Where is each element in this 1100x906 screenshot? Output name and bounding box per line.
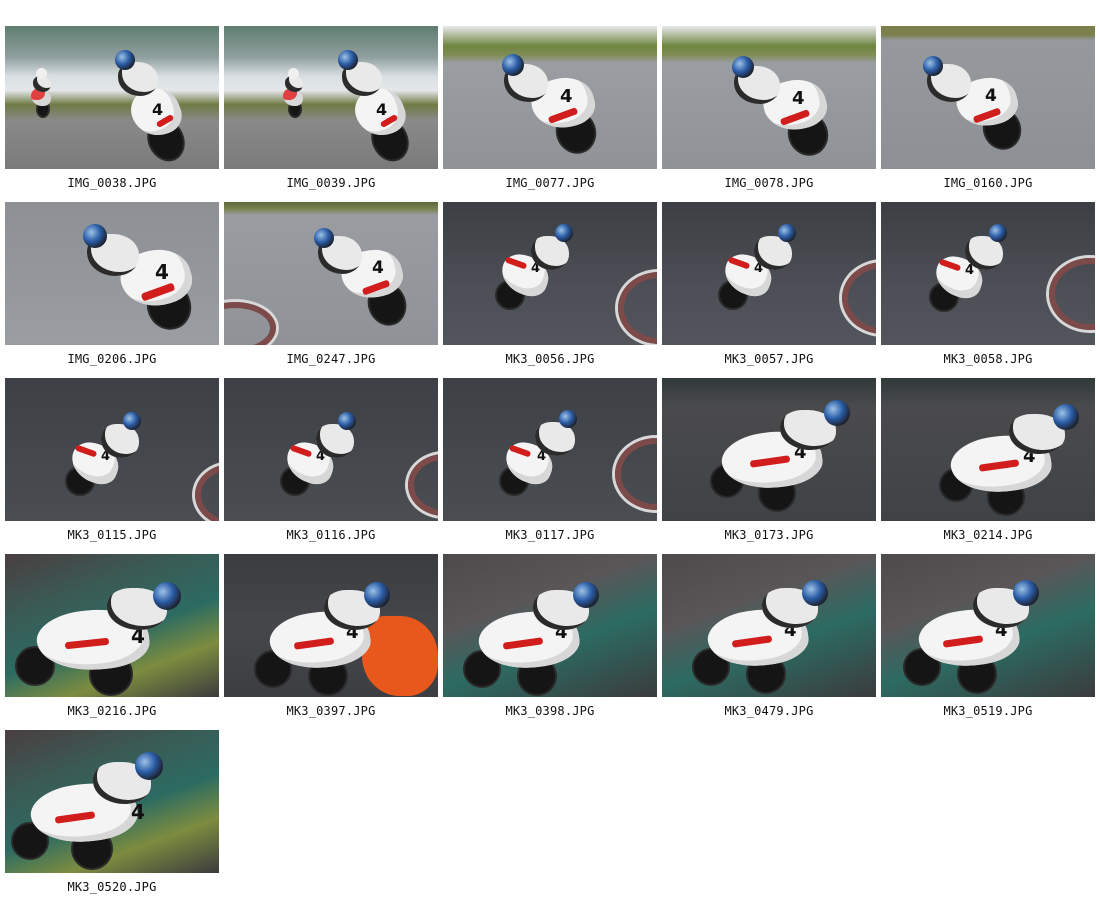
filename-label: MK3_0115.JPG <box>67 528 157 542</box>
rider-figure: 4 <box>939 402 1089 520</box>
thumbnail-item[interactable]: 4 MK3_0479.JPG <box>662 554 876 730</box>
thumbnail-item[interactable]: 4 MK3_0058.JPG <box>881 202 1095 378</box>
thumbnail-item[interactable]: 4 MK3_0520.JPG <box>5 730 219 906</box>
thumbnail-item[interactable]: 4 MK3_0117.JPG <box>443 378 657 554</box>
rider-figure: 4 <box>925 220 1015 312</box>
rider-figure: 4 <box>921 52 1031 162</box>
thumbnail-item[interactable]: 4 MK3_0057.JPG <box>662 202 876 378</box>
rider-figure: 4 <box>81 222 211 342</box>
photo-thumbnail[interactable]: 4 <box>224 202 438 345</box>
photo-thumbnail[interactable]: 4 <box>881 26 1095 169</box>
filename-label: MK3_0216.JPG <box>67 704 157 718</box>
thumbnail-item[interactable]: 4 MK3_0214.JPG <box>881 378 1095 554</box>
rider-figure: 4 <box>254 580 404 696</box>
thumbnail-item[interactable]: 4 MK3_0398.JPG <box>443 554 657 730</box>
filename-label: MK3_0519.JPG <box>943 704 1033 718</box>
photo-thumbnail[interactable]: 4 <box>5 554 219 697</box>
photo-thumbnail[interactable]: 4 <box>881 202 1095 345</box>
photo-thumbnail[interactable]: 4 <box>662 26 876 169</box>
rider-figure: 4 <box>11 752 171 870</box>
filename-label: MK3_0398.JPG <box>505 704 595 718</box>
rider-figure <box>279 66 309 118</box>
rider-figure: 4 <box>710 398 860 516</box>
thumbnail-item[interactable]: 4 MK3_0115.JPG <box>5 378 219 554</box>
rider-figure <box>27 66 57 118</box>
rider-figure: 4 <box>692 578 842 694</box>
rider-figure: 4 <box>728 50 838 162</box>
thumbnail-item[interactable]: 4 MK3_0116.JPG <box>224 378 438 554</box>
thumbnail-item[interactable]: 4 IMG_0039.JPG <box>224 26 438 202</box>
filename-label: IMG_0077.JPG <box>505 176 595 190</box>
photo-thumbnail[interactable]: 4 <box>662 378 876 521</box>
rider-figure: 4 <box>312 224 422 336</box>
rider-figure: 4 <box>276 408 366 498</box>
thumbnail-item[interactable]: 4 MK3_0519.JPG <box>881 554 1095 730</box>
filename-label: IMG_0206.JPG <box>67 352 157 366</box>
photo-thumbnail[interactable]: 4 <box>881 554 1095 697</box>
photo-thumbnail[interactable]: 4 <box>443 554 657 697</box>
filename-label: MK3_0056.JPG <box>505 352 595 366</box>
filename-label: MK3_0173.JPG <box>724 528 814 542</box>
rider-figure: 4 <box>498 48 603 160</box>
rider-figure: 4 <box>495 406 587 498</box>
thumbnail-item[interactable]: 4 IMG_0206.JPG <box>5 202 219 378</box>
filename-label: MK3_0520.JPG <box>67 880 157 894</box>
photo-thumbnail[interactable]: 4 <box>443 378 657 521</box>
thumbnail-item[interactable]: 4 IMG_0077.JPG <box>443 26 657 202</box>
thumbnail-item[interactable]: 4 IMG_0160.JPG <box>881 26 1095 202</box>
thumbnail-item[interactable]: 4 MK3_0397.JPG <box>224 554 438 730</box>
thumbnail-item[interactable]: 4 IMG_0247.JPG <box>224 202 438 378</box>
filename-label: IMG_0078.JPG <box>724 176 814 190</box>
rider-figure: 4 <box>463 580 613 696</box>
thumbnail-item[interactable]: 4 IMG_0038.JPG <box>5 26 219 202</box>
filename-label: IMG_0247.JPG <box>286 352 376 366</box>
filename-label: MK3_0479.JPG <box>724 704 814 718</box>
rider-figure: 4 <box>714 220 804 310</box>
photo-thumbnail[interactable]: 4 <box>5 202 219 345</box>
photo-thumbnail[interactable]: 4 <box>881 378 1095 521</box>
photo-thumbnail[interactable]: 4 <box>662 554 876 697</box>
filename-label: IMG_0160.JPG <box>943 176 1033 190</box>
photo-thumbnail[interactable]: 4 <box>443 26 657 169</box>
rider-figure: 4 <box>15 582 185 696</box>
photo-thumbnail[interactable]: 4 <box>5 378 219 521</box>
photo-thumbnail[interactable]: 4 <box>662 202 876 345</box>
photo-thumbnail[interactable]: 4 <box>224 378 438 521</box>
rider-figure: 4 <box>61 408 151 498</box>
rider-figure: 4 <box>491 220 581 310</box>
rider-figure: 4 <box>110 48 192 168</box>
thumbnail-item[interactable]: 4 IMG_0078.JPG <box>662 26 876 202</box>
thumbnail-item[interactable]: 4 MK3_0216.JPG <box>5 554 219 730</box>
filename-label: MK3_0117.JPG <box>505 528 595 542</box>
filename-label: MK3_0116.JPG <box>286 528 376 542</box>
photo-thumbnail[interactable]: 4 <box>224 26 438 169</box>
filename-label: MK3_0214.JPG <box>943 528 1033 542</box>
thumbnail-gallery: 4 IMG_0038.JPG 4 IMG_0039.JPG 4 IMG_0077… <box>5 26 1095 906</box>
thumbnail-item[interactable]: 4 MK3_0173.JPG <box>662 378 876 554</box>
filename-label: MK3_0058.JPG <box>943 352 1033 366</box>
photo-thumbnail[interactable]: 4 <box>5 730 219 873</box>
thumbnail-item[interactable]: 4 MK3_0056.JPG <box>443 202 657 378</box>
photo-thumbnail[interactable]: 4 <box>224 554 438 697</box>
filename-label: MK3_0397.JPG <box>286 704 376 718</box>
photo-thumbnail[interactable]: 4 <box>5 26 219 169</box>
filename-label: MK3_0057.JPG <box>724 352 814 366</box>
photo-thumbnail[interactable]: 4 <box>443 202 657 345</box>
filename-label: IMG_0039.JPG <box>286 176 376 190</box>
filename-label: IMG_0038.JPG <box>67 176 157 190</box>
rider-figure: 4 <box>903 578 1053 694</box>
rider-figure: 4 <box>332 48 416 168</box>
